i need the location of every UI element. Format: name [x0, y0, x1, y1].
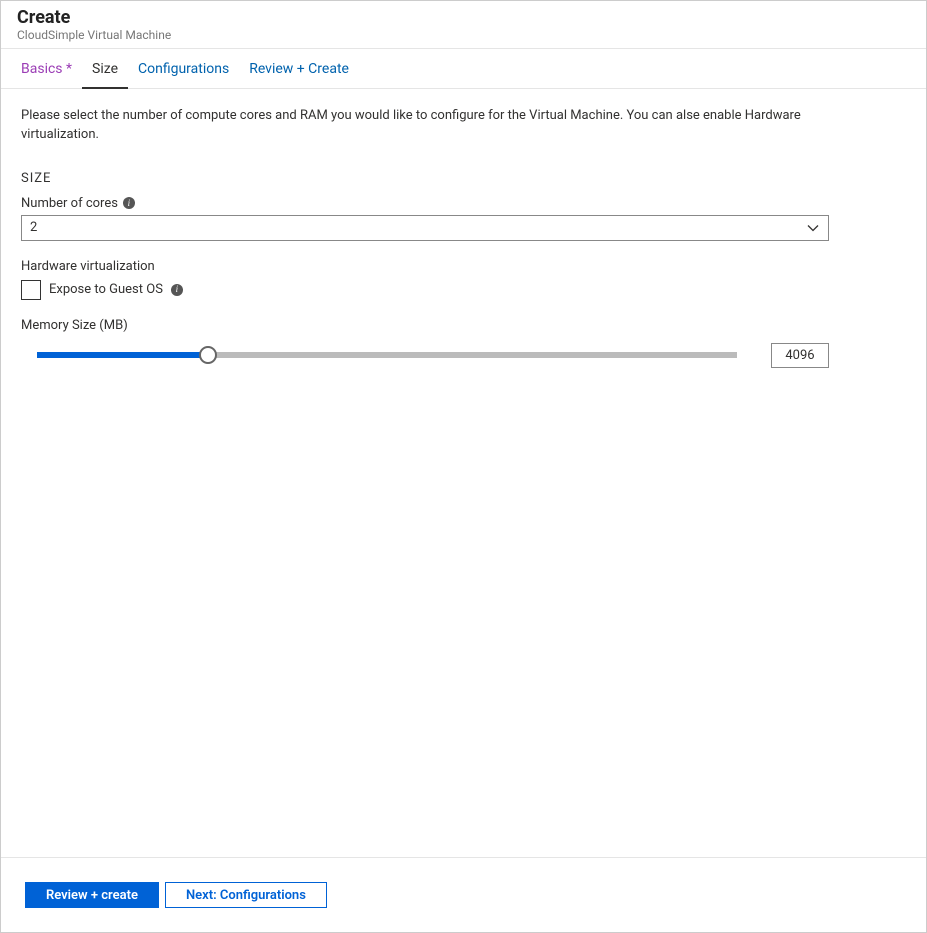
- wizard-tabs: Basics * Size Configurations Review + Cr…: [1, 49, 926, 89]
- hardware-virtualization-heading: Hardware virtualization: [21, 259, 906, 274]
- section-size-heading: SIZE: [21, 171, 906, 186]
- tab-configurations[interactable]: Configurations: [128, 49, 239, 89]
- page-subtitle: CloudSimple Virtual Machine: [17, 28, 910, 42]
- create-wizard-window: Create CloudSimple Virtual Machine Basic…: [0, 0, 927, 933]
- cores-label-row: Number of cores i: [21, 196, 906, 211]
- tab-basics[interactable]: Basics *: [11, 49, 82, 89]
- memory-slider[interactable]: [21, 344, 753, 366]
- cores-select-value: 2: [30, 220, 37, 235]
- cores-select[interactable]: 2: [21, 215, 829, 241]
- wizard-body: Please select the number of compute core…: [1, 89, 926, 857]
- memory-section: Memory Size (MB) 4096: [21, 318, 906, 368]
- page-title: Create: [17, 7, 910, 28]
- cores-label: Number of cores: [21, 196, 118, 211]
- expose-guest-os-label: Expose to Guest OS: [49, 282, 163, 297]
- memory-row: 4096: [21, 343, 829, 368]
- tab-size[interactable]: Size: [82, 49, 128, 89]
- slider-fill: [37, 352, 209, 358]
- memory-label: Memory Size (MB): [21, 318, 906, 333]
- expose-guest-os-checkbox[interactable]: [21, 280, 41, 300]
- intro-text: Please select the number of compute core…: [21, 107, 821, 145]
- wizard-footer: Review + create Next: Configurations: [1, 857, 926, 932]
- info-icon[interactable]: i: [171, 284, 183, 296]
- review-create-button[interactable]: Review + create: [25, 882, 159, 908]
- tab-review-create[interactable]: Review + Create: [239, 49, 359, 89]
- info-icon[interactable]: i: [123, 197, 135, 209]
- slider-thumb[interactable]: [199, 346, 217, 364]
- chevron-down-icon: [806, 221, 820, 235]
- header: Create CloudSimple Virtual Machine: [1, 1, 926, 49]
- expose-guest-os-row: Expose to Guest OS i: [21, 280, 906, 300]
- next-configurations-button[interactable]: Next: Configurations: [165, 882, 327, 908]
- memory-value-input[interactable]: 4096: [771, 343, 829, 368]
- hardware-virtualization-section: Hardware virtualization Expose to Guest …: [21, 259, 906, 300]
